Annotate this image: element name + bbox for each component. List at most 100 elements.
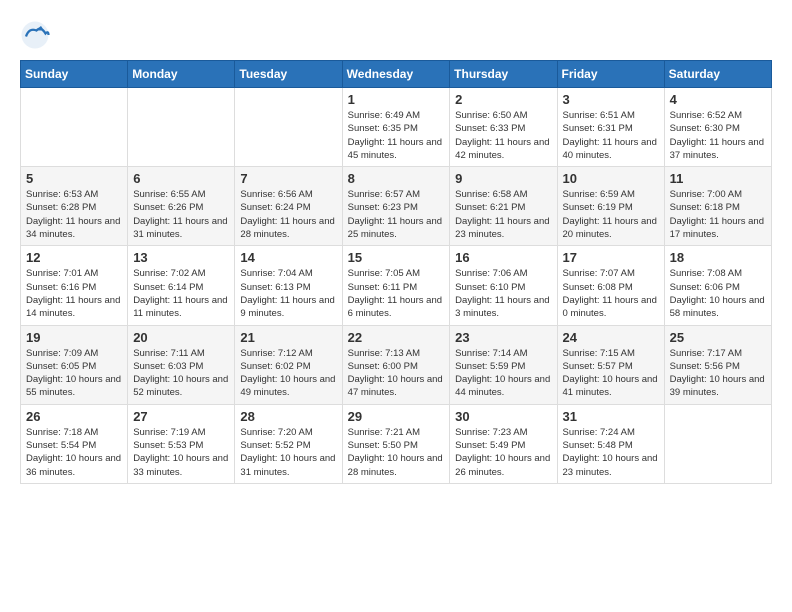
weekday-header-wednesday: Wednesday <box>342 61 450 88</box>
calendar-cell: 2 Sunrise: 6:50 AM Sunset: 6:33 PM Daylig… <box>450 88 557 167</box>
day-number: 14 <box>240 250 336 265</box>
cell-info: Sunrise: 7:01 AM Sunset: 6:16 PM Dayligh… <box>26 267 122 320</box>
day-number: 10 <box>563 171 659 186</box>
weekday-header-friday: Friday <box>557 61 664 88</box>
day-number: 28 <box>240 409 336 424</box>
calendar-cell: 14 Sunrise: 7:04 AM Sunset: 6:13 PM Dayli… <box>235 246 342 325</box>
cell-info: Sunrise: 7:09 AM Sunset: 6:05 PM Dayligh… <box>26 347 122 400</box>
cell-info: Sunrise: 7:08 AM Sunset: 6:06 PM Dayligh… <box>670 267 766 320</box>
cell-info: Sunrise: 6:52 AM Sunset: 6:30 PM Dayligh… <box>670 109 766 162</box>
cell-info: Sunrise: 6:53 AM Sunset: 6:28 PM Dayligh… <box>26 188 122 241</box>
cell-info: Sunrise: 7:02 AM Sunset: 6:14 PM Dayligh… <box>133 267 229 320</box>
calendar-cell: 7Sunrise: 6:56 AM Sunset: 6:24 PM Daylig… <box>235 167 342 246</box>
logo <box>20 20 54 50</box>
day-number: 24 <box>563 330 659 345</box>
day-number: 26 <box>26 409 122 424</box>
day-number: 31 <box>563 409 659 424</box>
calendar-cell: 26 Sunrise: 7:18 AM Sunset: 5:54 PM Dayli… <box>21 404 128 483</box>
cell-info: Sunrise: 7:04 AM Sunset: 6:13 PM Dayligh… <box>240 267 336 320</box>
day-number: 3 <box>563 92 659 107</box>
calendar-week-5: 26 Sunrise: 7:18 AM Sunset: 5:54 PM Dayli… <box>21 404 772 483</box>
day-number: 20 <box>133 330 229 345</box>
cell-info: Sunrise: 7:00 AM Sunset: 6:18 PM Dayligh… <box>670 188 766 241</box>
cell-info: Sunrise: 7:20 AM Sunset: 5:52 PM Dayligh… <box>240 426 336 479</box>
calendar-cell: 23 Sunrise: 7:14 AM Sunset: 5:59 PM Dayli… <box>450 325 557 404</box>
cell-info: Sunrise: 7:23 AM Sunset: 5:49 PM Dayligh… <box>455 426 551 479</box>
weekday-header-thursday: Thursday <box>450 61 557 88</box>
calendar-week-2: 5 Sunrise: 6:53 AM Sunset: 6:28 PM Daylig… <box>21 167 772 246</box>
day-number: 5 <box>26 171 122 186</box>
calendar-cell: 31Sunrise: 7:24 AM Sunset: 5:48 PM Dayli… <box>557 404 664 483</box>
calendar-cell: 21 Sunrise: 7:12 AM Sunset: 6:02 PM Dayli… <box>235 325 342 404</box>
calendar-cell: 3 Sunrise: 6:51 AM Sunset: 6:31 PM Daylig… <box>557 88 664 167</box>
cell-info: Sunrise: 6:59 AM Sunset: 6:19 PM Dayligh… <box>563 188 659 241</box>
calendar-cell: 17 Sunrise: 7:07 AM Sunset: 6:08 PM Dayli… <box>557 246 664 325</box>
day-number: 1 <box>348 92 445 107</box>
logo-icon <box>20 20 50 50</box>
day-number: 30 <box>455 409 551 424</box>
cell-info: Sunrise: 7:06 AM Sunset: 6:10 PM Dayligh… <box>455 267 551 320</box>
cell-info: Sunrise: 6:49 AM Sunset: 6:35 PM Dayligh… <box>348 109 445 162</box>
cell-info: Sunrise: 7:19 AM Sunset: 5:53 PM Dayligh… <box>133 426 229 479</box>
day-number: 16 <box>455 250 551 265</box>
calendar-week-4: 19 Sunrise: 7:09 AM Sunset: 6:05 PM Dayli… <box>21 325 772 404</box>
day-number: 18 <box>670 250 766 265</box>
calendar-cell: 4 Sunrise: 6:52 AM Sunset: 6:30 PM Daylig… <box>664 88 771 167</box>
calendar-cell: 15Sunrise: 7:05 AM Sunset: 6:11 PM Dayli… <box>342 246 450 325</box>
day-number: 6 <box>133 171 229 186</box>
day-number: 9 <box>455 171 551 186</box>
day-number: 19 <box>26 330 122 345</box>
calendar-cell <box>128 88 235 167</box>
cell-info: Sunrise: 7:18 AM Sunset: 5:54 PM Dayligh… <box>26 426 122 479</box>
weekday-row: SundayMondayTuesdayWednesdayThursdayFrid… <box>21 61 772 88</box>
calendar-cell: 12Sunrise: 7:01 AM Sunset: 6:16 PM Dayli… <box>21 246 128 325</box>
weekday-header-monday: Monday <box>128 61 235 88</box>
cell-info: Sunrise: 6:51 AM Sunset: 6:31 PM Dayligh… <box>563 109 659 162</box>
cell-info: Sunrise: 7:15 AM Sunset: 5:57 PM Dayligh… <box>563 347 659 400</box>
day-number: 2 <box>455 92 551 107</box>
calendar-cell: 24 Sunrise: 7:15 AM Sunset: 5:57 PM Dayli… <box>557 325 664 404</box>
day-number: 15 <box>348 250 445 265</box>
cell-info: Sunrise: 7:07 AM Sunset: 6:08 PM Dayligh… <box>563 267 659 320</box>
calendar-body: 1 Sunrise: 6:49 AM Sunset: 6:35 PM Daylig… <box>21 88 772 484</box>
weekday-header-tuesday: Tuesday <box>235 61 342 88</box>
weekday-header-saturday: Saturday <box>664 61 771 88</box>
cell-info: Sunrise: 6:58 AM Sunset: 6:21 PM Dayligh… <box>455 188 551 241</box>
cell-info: Sunrise: 7:14 AM Sunset: 5:59 PM Dayligh… <box>455 347 551 400</box>
calendar-cell: 11 Sunrise: 7:00 AM Sunset: 6:18 PM Dayli… <box>664 167 771 246</box>
calendar-cell: 29 Sunrise: 7:21 AM Sunset: 5:50 PM Dayli… <box>342 404 450 483</box>
cell-info: Sunrise: 6:55 AM Sunset: 6:26 PM Dayligh… <box>133 188 229 241</box>
calendar-cell: 9 Sunrise: 6:58 AM Sunset: 6:21 PM Daylig… <box>450 167 557 246</box>
calendar-cell: 1 Sunrise: 6:49 AM Sunset: 6:35 PM Daylig… <box>342 88 450 167</box>
calendar-cell: 27 Sunrise: 7:19 AM Sunset: 5:53 PM Dayli… <box>128 404 235 483</box>
cell-info: Sunrise: 7:17 AM Sunset: 5:56 PM Dayligh… <box>670 347 766 400</box>
calendar-week-3: 12Sunrise: 7:01 AM Sunset: 6:16 PM Dayli… <box>21 246 772 325</box>
day-number: 21 <box>240 330 336 345</box>
day-number: 13 <box>133 250 229 265</box>
day-number: 17 <box>563 250 659 265</box>
cell-info: Sunrise: 7:21 AM Sunset: 5:50 PM Dayligh… <box>348 426 445 479</box>
cell-info: Sunrise: 6:50 AM Sunset: 6:33 PM Dayligh… <box>455 109 551 162</box>
calendar-cell <box>664 404 771 483</box>
day-number: 11 <box>670 171 766 186</box>
day-number: 7 <box>240 171 336 186</box>
day-number: 4 <box>670 92 766 107</box>
calendar-cell: 10 Sunrise: 6:59 AM Sunset: 6:19 PM Dayli… <box>557 167 664 246</box>
day-number: 27 <box>133 409 229 424</box>
day-number: 29 <box>348 409 445 424</box>
calendar-cell: 13 Sunrise: 7:02 AM Sunset: 6:14 PM Dayli… <box>128 246 235 325</box>
day-number: 22 <box>348 330 445 345</box>
calendar-cell: 6 Sunrise: 6:55 AM Sunset: 6:26 PM Daylig… <box>128 167 235 246</box>
cell-info: Sunrise: 7:11 AM Sunset: 6:03 PM Dayligh… <box>133 347 229 400</box>
day-number: 23 <box>455 330 551 345</box>
day-number: 8 <box>348 171 445 186</box>
page-header <box>20 20 772 50</box>
calendar-cell: 5 Sunrise: 6:53 AM Sunset: 6:28 PM Daylig… <box>21 167 128 246</box>
cell-info: Sunrise: 7:12 AM Sunset: 6:02 PM Dayligh… <box>240 347 336 400</box>
calendar-cell: 25Sunrise: 7:17 AM Sunset: 5:56 PM Dayli… <box>664 325 771 404</box>
calendar-cell: 22Sunrise: 7:13 AM Sunset: 6:00 PM Dayli… <box>342 325 450 404</box>
calendar-cell: 20 Sunrise: 7:11 AM Sunset: 6:03 PM Dayli… <box>128 325 235 404</box>
calendar-cell: 8Sunrise: 6:57 AM Sunset: 6:23 PM Daylig… <box>342 167 450 246</box>
calendar-cell: 16 Sunrise: 7:06 AM Sunset: 6:10 PM Dayli… <box>450 246 557 325</box>
calendar-cell: 19 Sunrise: 7:09 AM Sunset: 6:05 PM Dayli… <box>21 325 128 404</box>
